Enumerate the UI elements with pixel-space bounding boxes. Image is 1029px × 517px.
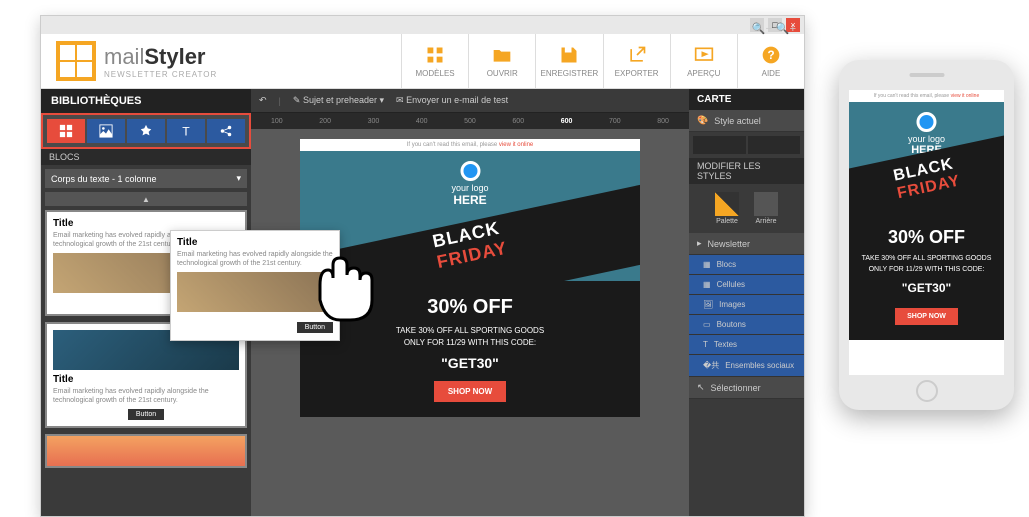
tab-blocks[interactable] bbox=[47, 119, 85, 143]
library-tabs: T bbox=[41, 113, 251, 149]
palette-row: Palette Arrière bbox=[689, 184, 804, 233]
delete-style-button[interactable] bbox=[748, 136, 801, 154]
svg-text:T: T bbox=[182, 124, 190, 138]
phone-home-button bbox=[916, 380, 938, 402]
email-hero: your logo HERE BLACKFRIDAY bbox=[300, 151, 640, 281]
tree-newsletter[interactable]: ▸ Newsletter bbox=[689, 233, 804, 255]
models-button[interactable]: MODÈLES bbox=[401, 34, 468, 88]
tree-cellules[interactable]: ▦ Cellules bbox=[689, 275, 804, 295]
tree-textes[interactable]: T Textes bbox=[689, 335, 804, 355]
dragging-block[interactable]: Title Email marketing has evolved rapidl… bbox=[170, 230, 340, 341]
phone-speaker bbox=[909, 73, 944, 77]
preview-button[interactable]: APERÇU bbox=[670, 34, 737, 88]
chevron-down-icon: ▾ bbox=[236, 173, 241, 184]
workspace: BIBLIOTHÈQUES T BLOCS Corps du texte - 1… bbox=[41, 89, 804, 516]
phone-screen: If you can't read this email, please vie… bbox=[849, 90, 1004, 375]
tree-blocs[interactable]: ▦ Blocs bbox=[689, 255, 804, 275]
modifier-label: MODIFIER LES STYLES bbox=[689, 158, 804, 184]
main-toolbar: MODÈLES OUVRIR ENREGISTRER EXPORTER APER… bbox=[401, 34, 804, 88]
tab-images[interactable] bbox=[87, 119, 125, 143]
tree-images[interactable]: 🖼 Images bbox=[689, 295, 804, 315]
tree-social[interactable]: �共 Ensembles sociaux bbox=[689, 355, 804, 377]
ruler: 100200300400500600600700800 bbox=[251, 113, 689, 129]
tree-boutons[interactable]: ▭ Boutons bbox=[689, 315, 804, 335]
logo-circle-icon bbox=[917, 112, 937, 132]
logo-icon bbox=[56, 41, 96, 81]
email-logo: your logo HERE bbox=[451, 161, 488, 207]
subject-button[interactable]: ✎ Sujet et preheader ▾ bbox=[293, 95, 384, 106]
save-button[interactable]: ENREGISTRER bbox=[535, 34, 602, 88]
selectionner-row[interactable]: ↖ Sélectionner bbox=[689, 377, 804, 399]
open-button[interactable]: OUVRIR bbox=[468, 34, 535, 88]
style-dropdown[interactable]: 🎨 Style actuel bbox=[689, 110, 804, 132]
zoom-out-button[interactable]: 🔍− bbox=[752, 22, 772, 35]
logo-text: mailStyler bbox=[104, 44, 217, 70]
libraries-title: BIBLIOTHÈQUES bbox=[41, 89, 251, 113]
sidebar-right: CARTE 🎨 Style actuel MODIFIER LES STYLES… bbox=[689, 89, 804, 516]
send-test-button[interactable]: ✉ Envoyer un e-mail de test bbox=[396, 95, 508, 106]
tab-social[interactable] bbox=[207, 119, 245, 143]
email-preview[interactable]: If you can't read this email, please vie… bbox=[300, 139, 640, 417]
zoom-in-button[interactable]: 🔍+ bbox=[776, 22, 796, 35]
phone-preview: If you can't read this email, please vie… bbox=[839, 60, 1014, 410]
canvas-toolbar: ↶ | ✎ Sujet et preheader ▾ ✉ Envoyer un … bbox=[251, 89, 689, 113]
export-button[interactable]: EXPORTER bbox=[603, 34, 670, 88]
palette-button[interactable]: Palette bbox=[715, 192, 739, 225]
header: mailStyler NEWSLETTER CREATOR MODÈLES OU… bbox=[41, 34, 804, 89]
titlebar: − □ × bbox=[41, 16, 804, 34]
email-body: 30% OFF TAKE 30% OFF ALL SPORTING GOODSO… bbox=[300, 281, 640, 417]
shop-now-button[interactable]: SHOP NOW bbox=[434, 381, 506, 402]
block-image bbox=[47, 436, 245, 466]
tab-styles[interactable] bbox=[127, 119, 165, 143]
zoom-controls: 🔍− 🔍+ bbox=[752, 16, 796, 40]
tab-text[interactable]: T bbox=[167, 119, 205, 143]
undo-button[interactable]: ↶ bbox=[259, 95, 267, 106]
block-template[interactable] bbox=[45, 434, 247, 468]
logo-circle-icon bbox=[460, 161, 480, 181]
svg-text:?: ? bbox=[767, 49, 774, 62]
carte-title: CARTE bbox=[689, 89, 804, 110]
block-image bbox=[177, 272, 333, 312]
app-window: − □ × mailStyler NEWSLETTER CREATOR MODÈ… bbox=[40, 15, 805, 517]
blocs-label: BLOCS bbox=[41, 149, 251, 165]
collapse-button[interactable]: ▲ bbox=[45, 192, 247, 206]
background-button[interactable]: Arrière bbox=[754, 192, 778, 225]
logo-subtitle: NEWSLETTER CREATOR bbox=[104, 70, 217, 79]
email-preview-bar: If you can't read this email, please vie… bbox=[300, 139, 640, 151]
save-style-button[interactable] bbox=[693, 136, 746, 154]
logo: mailStyler NEWSLETTER CREATOR bbox=[41, 34, 401, 88]
help-button[interactable]: ?AIDE bbox=[737, 34, 804, 88]
shop-now-button[interactable]: SHOP NOW bbox=[895, 308, 958, 325]
block-type-dropdown[interactable]: Corps du texte - 1 colonne▾ bbox=[45, 169, 247, 188]
